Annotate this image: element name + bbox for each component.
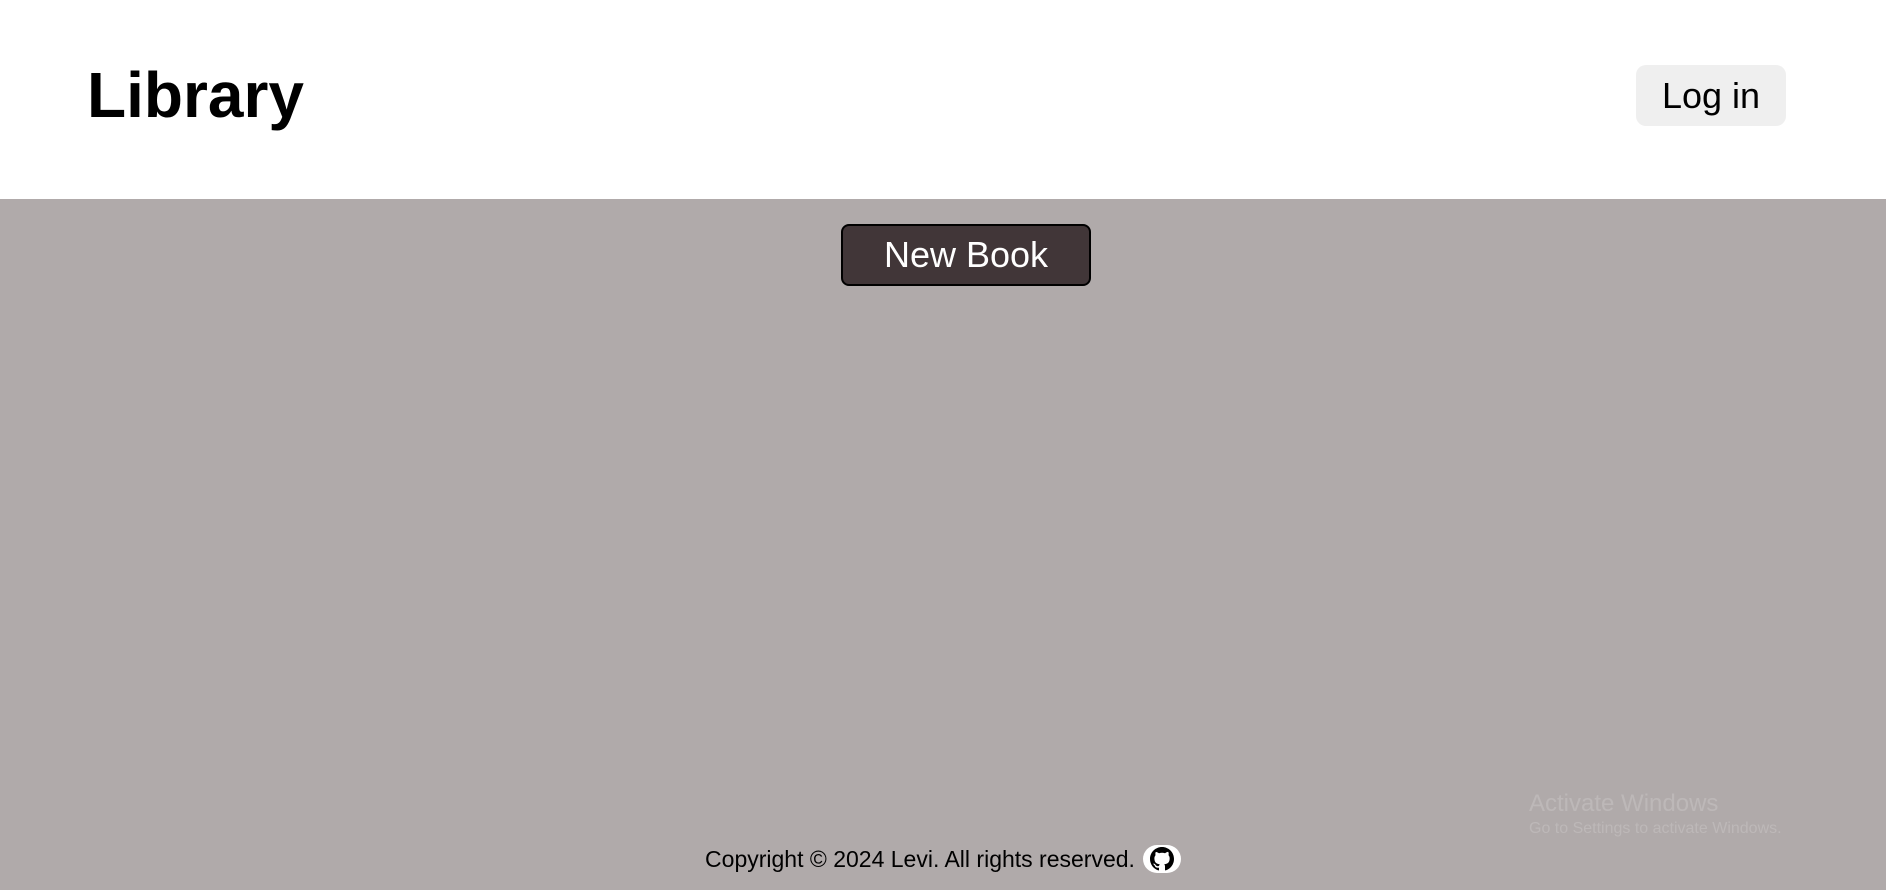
- main-content: New Book: [0, 199, 1886, 890]
- copyright-text: Copyright © 2024 Levi. All rights reserv…: [705, 845, 1135, 872]
- footer: Copyright © 2024 Levi. All rights reserv…: [0, 840, 1886, 878]
- github-link[interactable]: [1142, 845, 1181, 873]
- watermark-subtitle: Go to Settings to activate Windows.: [1529, 820, 1782, 837]
- windows-activation-watermark: Activate Windows Go to Settings to activ…: [1529, 790, 1782, 840]
- github-icon: [1149, 847, 1174, 871]
- login-button[interactable]: Log in: [1636, 65, 1786, 126]
- page-title: Library: [87, 59, 304, 131]
- watermark-title: Activate Windows: [1529, 790, 1719, 817]
- header: Library Log in: [0, 0, 1886, 199]
- new-book-button[interactable]: New Book: [841, 224, 1091, 286]
